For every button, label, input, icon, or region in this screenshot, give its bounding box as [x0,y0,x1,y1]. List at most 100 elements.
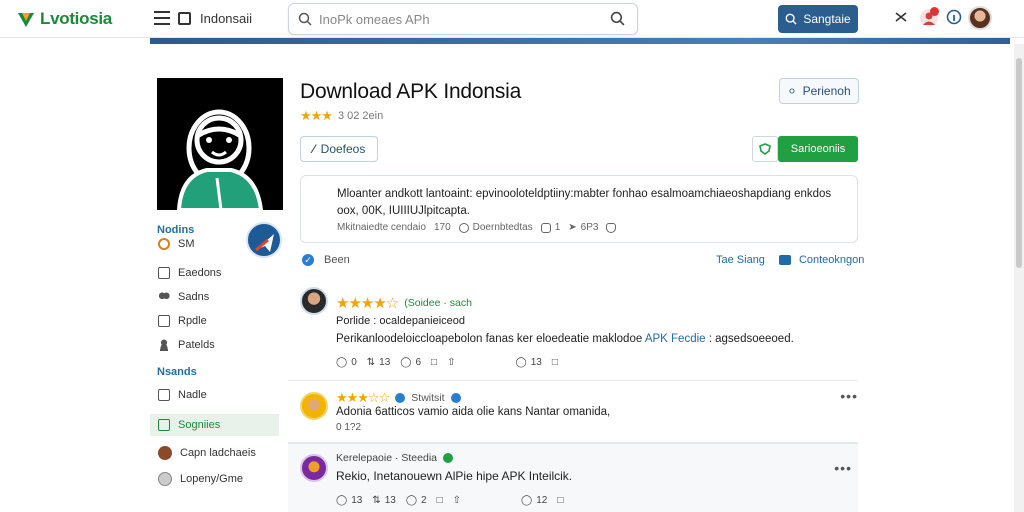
avatar[interactable] [300,287,328,315]
review-header: ★★★☆☆ Stwitsit [336,390,461,406]
review-item: ★★★☆☆ Stwitsit Adonia 6atticos vamio aid… [288,386,858,442]
sidebar-item-eaedons[interactable]: Eaedons [158,267,221,279]
more-options-icon[interactable]: ••• [834,460,852,476]
sidebar-item-rpdle[interactable]: Rpdle [158,315,207,327]
clock-icon [458,222,469,233]
repost-action[interactable]: ⇅ 13 [367,357,391,368]
site-icon [178,12,191,25]
sidebar-item-sogniies[interactable]: Sogniies [150,414,279,436]
bookmark-action[interactable]: □ [552,357,558,368]
comment-icon: ◯ [336,357,348,368]
comment-action[interactable]: ◯ 2 [406,495,427,506]
search-icon [785,13,797,25]
site-name[interactable]: Indonsaii [200,11,252,26]
verified-check-icon [395,393,406,403]
user-avatar[interactable] [968,6,992,30]
coin-icon [158,238,170,250]
link-row: Tae Siang Conteokngon [716,254,864,266]
search-bar [288,3,638,35]
sidebar-item-nadle[interactable]: Nadle [158,389,207,401]
comment-action[interactable]: ◯ 6 [400,357,421,368]
verified-check-icon: ✓ [302,254,314,266]
notification-badge [930,7,939,16]
reply-icon: ◯ [521,495,533,506]
logo-icon [18,13,34,27]
sidebar-item-capn[interactable]: Capn ladchaeis [158,446,256,460]
repost-action[interactable]: ⇅ 13 [372,495,396,506]
docs-button[interactable]: ⁄ Doefeos [300,136,378,162]
review-body: Rekio, Inetanouewn AlPie hipe APK Inteil… [336,469,573,483]
image-icon [158,389,170,401]
divider [288,380,858,381]
description-meta: Mkitnaiedte cendaio 170 Doernbtedtas 1 ➤… [337,222,617,233]
signin-label: Sangtaie [803,12,851,26]
paperclip-icon: ⚪ [787,85,797,98]
reply-icon: ◯ [515,357,527,368]
sidebar-section-title-2: Nsands [157,366,197,378]
more-options-icon[interactable]: ••• [840,388,858,404]
like-action[interactable]: ◯ 13 [336,495,362,506]
comment-action[interactable]: Doernbtedtas [458,222,533,233]
shield-icon [759,143,771,155]
contact-link[interactable]: Conteokngon [799,254,864,266]
sidebar-item-lopeny[interactable]: Lopeny/Gme [158,472,243,486]
rocket-icon [255,234,274,252]
bookmark-icon: □ [557,495,564,506]
promo-badge[interactable] [246,222,282,258]
lock-action[interactable]: □ [437,495,443,506]
share-action[interactable]: ⇧ [447,357,455,368]
share-icon: ⇧ [447,357,456,368]
tae-siang-link[interactable]: Tae Siang [716,254,765,266]
app-description: Mloanter andkott lantoaint: epvinoolotel… [337,188,832,217]
send-icon: ➤ [568,222,577,233]
search-submit-icon[interactable] [610,11,625,26]
sidebar-item-sadns[interactable]: Sadns [158,291,209,303]
sidebar-sub-item[interactable]: SM [158,238,195,250]
reply-action[interactable]: 1 [540,222,560,233]
review-body-link[interactable]: APK Fecdie [645,333,706,345]
shield-icon[interactable] [606,222,617,233]
review-body: Adonia 6atticos vamio aida olie kans Nan… [336,406,611,418]
shield-button[interactable] [752,136,778,162]
install-button[interactable]: Sarioeoniis [778,136,858,162]
share-action[interactable]: ⇧ [453,495,461,506]
review-actions: ◯ 0 ⇅ 13 ◯ 6 □ ⇧ ◯ 13 □ [336,357,558,368]
top-bar: Lvotiosia Indonsaii Sangtaie [0,0,1024,38]
page-title: Download APK Indonsia [300,80,522,103]
hamburger-menu-icon[interactable] [154,11,170,25]
report-button[interactable]: ⚪ Perienoh [779,78,859,104]
link-icon: ⁄ [312,142,315,156]
sidebar-item-patelds[interactable]: Patelds [158,339,215,351]
lock-action[interactable]: □ [431,357,437,368]
avatar[interactable] [300,392,328,420]
review-meta: 0 1?2 [336,422,362,433]
verified-check-icon [443,453,453,463]
search-input[interactable] [319,9,599,29]
app-rating: ★★★ 3 02 2ein [300,108,384,123]
app-cover-image [157,78,283,210]
comment-icon: ◯ [336,495,348,506]
review-header: ★★★★☆ (Soidee · sach [336,295,472,312]
image-icon [158,315,170,327]
bookmark-action[interactable]: □ [557,495,563,506]
repost-icon: ⇅ [366,357,376,368]
site-logo[interactable]: Lvotiosia [16,9,112,29]
chat-icon[interactable] [778,255,791,265]
shuffle-icon[interactable] [894,10,908,24]
send-action[interactable]: ➤ 6P3 [568,222,598,233]
review-body: Perikanloodeloiccloapebolon fanas ker el… [336,333,794,345]
scrollbar-thumb[interactable] [1016,58,1022,268]
reply-action[interactable]: ◯ 12 [521,495,547,506]
edit-icon [158,419,170,431]
sidebar-section-title: Nodins [157,224,195,236]
lock-icon: □ [436,495,443,506]
reply-icon [540,222,551,233]
avatar[interactable] [300,454,328,482]
bookmark-icon: □ [551,357,558,368]
signin-button[interactable]: Sangtaie [778,5,858,33]
verified-check-icon [450,393,461,403]
info-icon[interactable] [946,9,962,25]
like-action[interactable]: ◯ 0 [336,357,357,368]
review-item: Kerelepaoie · Steedia Rekio, Inetanouewn… [288,443,858,512]
reply-action[interactable]: ◯ 13 [515,357,541,368]
